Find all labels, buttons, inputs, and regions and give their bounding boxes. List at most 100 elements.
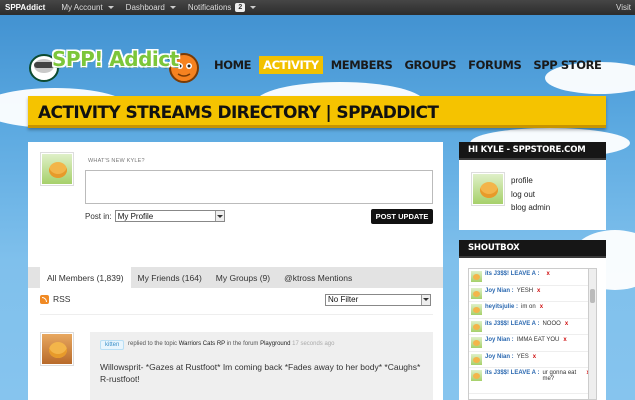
profile-link[interactable]: profile [511, 174, 550, 188]
dropdown-arrow-icon [421, 294, 430, 305]
delete-shout-icon[interactable]: x [565, 321, 568, 327]
avatar-image [473, 174, 503, 204]
log-out-link[interactable]: log out [511, 188, 550, 202]
nav-members[interactable]: MEMBERS [327, 56, 397, 74]
blog-admin-link[interactable]: blog admin [511, 201, 550, 215]
main-navigation: HOME ACTIVITY MEMBERS GROUPS FORUMS SPP … [210, 56, 610, 74]
avatar-image [42, 334, 72, 364]
post-update-button[interactable]: POST UPDATE [371, 209, 433, 224]
shout-message: NOOO [542, 320, 561, 327]
nav-activity[interactable]: ACTIVITY [259, 56, 323, 74]
chevron-down-icon [250, 6, 257, 9]
rss-icon [40, 294, 49, 304]
shout-entry: its J3$$! LEAVE A : NOOO x [469, 319, 596, 335]
shout-entry: Joy Nian : YESH x [469, 286, 596, 302]
tab-mentions[interactable]: @ktross Mentions [277, 268, 359, 288]
activity-tabs: All Members (1,839) My Friends (164) My … [28, 267, 443, 288]
filter-selected-value: No Filter [328, 295, 359, 304]
shout-entry: Joy Nian : YES x [469, 352, 596, 368]
tab-all-members[interactable]: All Members (1,839) [40, 267, 131, 288]
shout-message: YES [516, 353, 529, 360]
shout-user-name[interactable]: its J3$$! LEAVE A : [485, 370, 539, 376]
site-name-link[interactable]: SPPAddict [0, 0, 55, 15]
my-account-label: My Account [61, 3, 103, 12]
tab-my-groups[interactable]: My Groups (9) [209, 268, 277, 288]
user-links: profile log out blog admin [511, 174, 550, 215]
avatar-image [42, 154, 72, 184]
notifications-menu[interactable]: Notifications 2 [182, 0, 262, 15]
user-widget: HI KYLE - SPPSTORE.COM profile log out b… [459, 142, 606, 230]
shout-entry: Joy Nian : IMMA EAT YOU x [469, 335, 596, 352]
nav-forums[interactable]: FORUMS [464, 56, 525, 74]
user-avatar-icon [471, 370, 482, 381]
shout-user-name[interactable]: heyitsjulie : [485, 304, 518, 310]
rss-link[interactable]: RSS [40, 294, 70, 304]
activity-meta: replied to the topic Warriors Cats RP in… [128, 341, 334, 347]
user-widget-title: HI KYLE - SPPSTORE.COM [459, 142, 606, 160]
notifications-label: Notifications [187, 3, 232, 12]
activity-user-avatar[interactable] [40, 332, 74, 366]
post-in-selected-value: My Profile [117, 211, 154, 221]
shout-user-name[interactable]: Joy Nian : [485, 288, 514, 294]
nav-home[interactable]: HOME [210, 56, 255, 74]
shout-user-name[interactable]: Joy Nian : [485, 337, 514, 343]
shoutbox-widget: SHOUTBOX its J3$$! LEAVE A : x Joy Nian :… [459, 240, 606, 400]
activity-filter-select[interactable]: No Filter [325, 293, 431, 306]
user-avatar-icon [471, 287, 482, 299]
activity-main-panel: WHAT'S NEW KYLE? Post in: My Profile POS… [28, 142, 443, 400]
shout-message: ur gonna eat me? [542, 370, 577, 382]
user-avatar-icon [471, 353, 482, 365]
shoutbox-scrollbar[interactable] [588, 269, 596, 399]
whats-new-prompt: WHAT'S NEW KYLE? [88, 158, 145, 164]
tab-my-friends[interactable]: My Friends (164) [131, 268, 209, 288]
shout-entry: its J3$$! LEAVE A :ur gonna eat me?x [469, 368, 596, 394]
activity-entry: kitten replied to the topic Warriors Cat… [90, 332, 433, 400]
shout-user-name[interactable]: Joy Nian : [485, 354, 514, 360]
divider [40, 314, 433, 315]
shout-entry: heyitsjulie : im on x [469, 302, 596, 319]
user-avatar-icon [471, 271, 482, 282]
status-update-textarea[interactable] [85, 170, 433, 204]
activity-topic-link[interactable]: Warriors Cats RP [179, 341, 225, 347]
my-account-menu[interactable]: My Account [55, 0, 119, 15]
user-avatar-icon [471, 320, 482, 332]
dashboard-label: Dashboard [125, 3, 165, 12]
activity-timestamp[interactable]: 17 seconds ago [292, 341, 334, 347]
chevron-down-icon [169, 6, 176, 9]
notification-count-badge: 2 [235, 3, 246, 12]
activity-content: Willowsprit- *Gazes at Rustfoot* Im comi… [100, 362, 421, 384]
page-title-bar: ACTIVITY STREAMS DIRECTORY | SPPADDICT [28, 96, 606, 128]
shout-message: IMMA EAT YOU [516, 337, 560, 343]
activity-forum-link[interactable]: Playground [260, 341, 290, 347]
dashboard-menu[interactable]: Dashboard [120, 0, 182, 15]
delete-shout-icon[interactable]: x [537, 288, 540, 294]
shout-user-name[interactable]: its J3$$! LEAVE A : [485, 321, 539, 327]
activity-user-link[interactable]: kitten [100, 340, 125, 350]
post-in-label: Post in: [85, 211, 112, 221]
admin-bar: SPPAddict My Account Dashboard Notificat… [0, 0, 635, 15]
rss-label: RSS [53, 294, 71, 304]
user-avatar-icon [471, 304, 482, 315]
user-avatar[interactable] [40, 152, 74, 186]
delete-shout-icon[interactable]: x [546, 271, 549, 277]
scrollbar-thumb[interactable] [590, 289, 595, 303]
site-logo[interactable]: SPP! Addict [28, 44, 204, 88]
shout-message: YESH [516, 287, 534, 294]
logo-text: SPP! Addict [52, 47, 179, 71]
delete-shout-icon[interactable]: x [563, 337, 566, 343]
shout-entry: its J3$$! LEAVE A : x [469, 269, 596, 286]
shoutbox-list: its J3$$! LEAVE A :x Joy Nian : YESH x hey… [468, 268, 597, 400]
activity-in-forum: in the forum [226, 341, 259, 347]
activity-action: replied to the topic [128, 341, 178, 347]
activity-filter: No Filter [325, 293, 431, 306]
sidebar-avatar[interactable] [471, 172, 505, 206]
post-in-select[interactable]: My Profile [114, 210, 225, 222]
delete-shout-icon[interactable]: x [540, 304, 543, 310]
delete-shout-icon[interactable]: x [533, 354, 536, 360]
shoutbox-title: SHOUTBOX [459, 240, 606, 258]
user-avatar-icon [471, 337, 482, 348]
nav-groups[interactable]: GROUPS [400, 56, 460, 74]
nav-spp-store[interactable]: SPP STORE [529, 56, 605, 74]
visit-link[interactable]: Visit [610, 0, 635, 15]
shout-user-name[interactable]: its J3$$! LEAVE A : [485, 271, 539, 277]
